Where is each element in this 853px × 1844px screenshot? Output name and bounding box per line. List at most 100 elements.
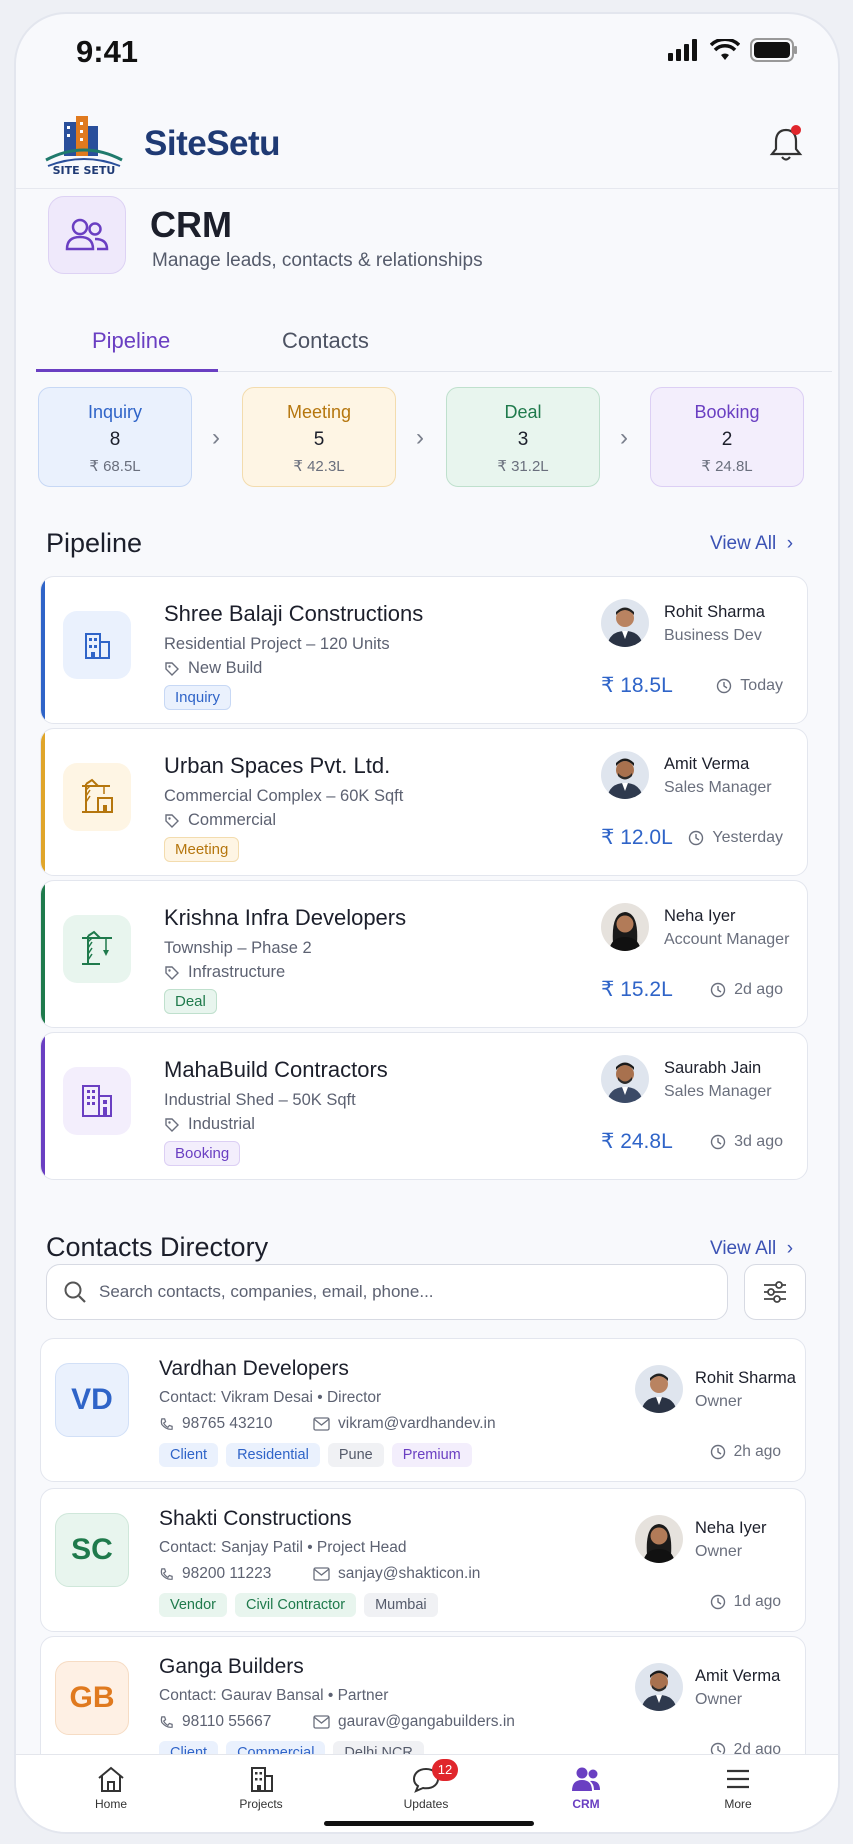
tag-icon [165, 965, 179, 980]
owner-role: Owner [695, 1393, 743, 1410]
chip: Civil Contractor [234, 1593, 357, 1617]
deal-amount: ₹ 24.8L [601, 1130, 673, 1153]
contact-person: Contact: Vikram Desai • Director [159, 1389, 382, 1406]
contact-email[interactable]: gaurav@gangabuilders.in [313, 1713, 515, 1731]
stage-badge: Inquiry [164, 685, 232, 710]
updated-label: Today [740, 677, 783, 694]
projects-icon [251, 1767, 273, 1792]
tab-contacts[interactable]: Contacts [282, 328, 369, 354]
nav-crm[interactable]: CRM [536, 1765, 636, 1811]
menu-icon [727, 1769, 749, 1789]
project-description: Residential Project – 120 Units [164, 635, 390, 653]
stage-booking[interactable]: Booking 2 ₹ 24.8L [650, 387, 804, 487]
nav-home[interactable]: Home [61, 1765, 161, 1811]
filter-button[interactable] [744, 1264, 806, 1320]
tab-pipeline[interactable]: Pipeline [92, 328, 170, 354]
nav-updates[interactable]: 12 Updates [376, 1759, 476, 1811]
pipeline-card[interactable]: Urban Spaces Pvt. Ltd. Commercial Comple… [40, 728, 808, 876]
nav-projects[interactable]: Projects [211, 1765, 311, 1811]
email-address: sanjay@shakticon.in [338, 1565, 481, 1582]
buildings-icon [63, 1067, 131, 1135]
search-input[interactable] [99, 1282, 679, 1302]
stage-accent-bar [41, 881, 45, 1027]
chip: Residential [226, 1443, 320, 1467]
contact-chips: Client Residential Pune Premium [159, 1443, 472, 1467]
chevron-right-icon: › [781, 1238, 794, 1259]
view-all-label: View All [710, 533, 777, 554]
contact-email[interactable]: sanjay@shakticon.in [313, 1565, 480, 1583]
mail-icon [313, 1417, 330, 1431]
deal-amount: ₹ 12.0L [601, 826, 673, 849]
tag-label: Industrial [188, 1115, 255, 1133]
contacts-view-all-link[interactable]: View All › [710, 1238, 793, 1260]
contact-card[interactable]: VD Vardhan Developers Contact: Vikram De… [40, 1338, 806, 1482]
crane-icon [63, 915, 131, 983]
phone-icon [160, 1417, 173, 1430]
crm-people-icon [48, 196, 126, 274]
chevron-right-icon: › [212, 424, 220, 451]
stage-badge: Booking [164, 1141, 241, 1166]
search-icon [64, 1281, 86, 1303]
pipeline-section-title: Pipeline [46, 528, 143, 558]
last-updated: Today [716, 677, 783, 695]
pipeline-card[interactable]: MahaBuild Contractors Industrial Shed – … [40, 1032, 808, 1180]
notifications-button[interactable] [768, 124, 804, 164]
contact-phone[interactable]: 98765 43210 [159, 1415, 273, 1433]
last-updated: 2h ago [710, 1443, 781, 1461]
contact-phone[interactable]: 98110 55667 [159, 1713, 271, 1731]
owner-role: Business Dev [664, 627, 762, 644]
owner-role: Sales Manager [664, 779, 772, 796]
project-tag: Infrastructure [164, 963, 285, 982]
contact-card[interactable]: SC Shakti Constructions Contact: Sanjay … [40, 1488, 806, 1632]
phone-icon [160, 1567, 173, 1580]
updated-label: Yesterday [712, 829, 783, 846]
contacts-search-bar[interactable] [46, 1264, 728, 1320]
pipeline-view-all-link[interactable]: View All › [710, 533, 793, 555]
company-name: MahaBuild Contractors [164, 1057, 388, 1082]
stage-value: ₹ 42.3L [293, 458, 345, 475]
project-description: Commercial Complex – 60K Sqft [164, 787, 404, 805]
company-name: Urban Spaces Pvt. Ltd. [164, 753, 391, 778]
page-title: CRM [150, 204, 232, 245]
nav-label: Projects [239, 1797, 283, 1811]
stage-count: 2 [721, 429, 733, 450]
deal-amount: ₹ 18.5L [601, 674, 673, 697]
contact-phone[interactable]: 98200 11223 [159, 1565, 271, 1583]
home-indicator [324, 1821, 534, 1826]
contact-initials: GB [55, 1661, 129, 1735]
stage-count: 3 [517, 429, 529, 450]
owner-role: Account Manager [664, 931, 790, 948]
stage-name: Meeting [286, 402, 352, 422]
stage-inquiry[interactable]: Inquiry 8 ₹ 68.5L [38, 387, 192, 487]
owner-role: Owner [695, 1691, 743, 1708]
pipeline-card[interactable]: Krishna Infra Developers Township – Phas… [40, 880, 808, 1028]
chevron-right-icon: › [620, 424, 628, 451]
contact-email[interactable]: vikram@vardhandev.in [313, 1415, 496, 1433]
status-bar: 9:41 [16, 14, 838, 94]
phone-number: 98765 43210 [182, 1415, 273, 1432]
nav-label: More [724, 1797, 752, 1811]
sitesetu-logo: SITE SETU [42, 112, 126, 178]
building-icon [63, 611, 131, 679]
tag-icon [165, 661, 179, 676]
contact-initials: SC [55, 1513, 129, 1587]
contacts-section-title: Contacts Directory [46, 1232, 269, 1262]
status-icons [668, 38, 798, 62]
stage-accent-bar [41, 1033, 45, 1179]
wifi-icon [710, 39, 740, 60]
contact-company: Vardhan Developers [159, 1357, 349, 1380]
phone-frame: 9:41 SITE SETU SiteSetu CRM Manage leads… [14, 12, 840, 1834]
stage-badge: Meeting [164, 837, 240, 862]
signal-icon [668, 39, 697, 61]
nav-more[interactable]: More [688, 1765, 788, 1811]
project-tag: Industrial [164, 1115, 255, 1134]
stage-deal[interactable]: Deal 3 ₹ 31.2L [446, 387, 600, 487]
pipeline-card[interactable]: Shree Balaji Constructions Residential P… [40, 576, 808, 724]
view-all-label: View All [710, 1238, 777, 1259]
avatar [601, 751, 649, 799]
stage-meeting[interactable]: Meeting 5 ₹ 42.3L [242, 387, 396, 487]
battery-icon [750, 38, 797, 62]
contact-company: Shakti Constructions [159, 1507, 352, 1530]
last-updated: 3d ago [710, 1133, 783, 1151]
owner-name: Rohit Sharma [695, 1369, 796, 1387]
